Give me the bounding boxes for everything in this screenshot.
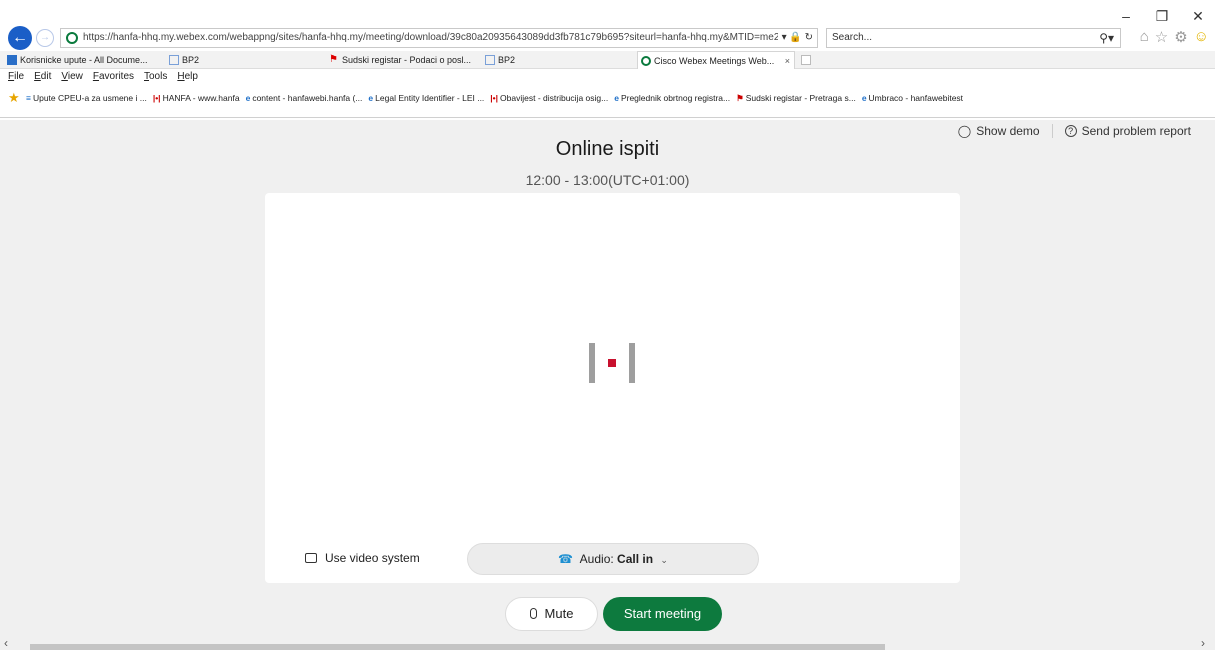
cast-icon (305, 553, 317, 563)
new-tab-button[interactable] (798, 51, 814, 69)
restore-icon[interactable]: ❐ (1155, 8, 1169, 25)
scroll-left-icon[interactable]: ‹ (4, 636, 8, 650)
menu-file[interactable]: File (8, 71, 24, 82)
new-tab-icon (801, 55, 811, 65)
favorite-item[interactable]: |•| Obavijest - distribucija osig... (490, 90, 608, 106)
favorites-bar: ★ ≡ Upute CPEU-a za usmene i ... |•| HANFA… (0, 90, 1215, 106)
app-icon (7, 55, 17, 65)
close-tab-icon[interactable]: × (785, 52, 790, 69)
hanfa-icon: |•| (152, 93, 161, 103)
favorite-item[interactable]: e Legal Entity Identifier - LEI ... (368, 90, 484, 106)
horizontal-scrollbar[interactable]: ‹ › (0, 636, 1215, 650)
tab-bp2[interactable]: BP2 (166, 51, 316, 69)
tab-bp2-second[interactable]: BP2 (482, 51, 632, 69)
flag-icon: ⚑ (329, 54, 338, 65)
ie-page-icon: e (614, 93, 619, 103)
toolbar-icons: ⌂ ☆ ⚙ ☺ (1140, 28, 1209, 46)
ie-page-icon: e (245, 93, 251, 103)
page-icon (485, 55, 495, 65)
window-controls: – ❐ ✕ (1119, 8, 1205, 25)
address-bar[interactable]: https://hanfa-hhq.my.webex.com/webappng/… (60, 28, 818, 48)
page-icon (169, 55, 179, 65)
chrome-divider (0, 117, 1215, 118)
favorite-item[interactable]: ≡ Upute CPEU-a za usmene i ... (26, 90, 147, 106)
lightbulb-icon: ◯ (957, 124, 972, 138)
forward-arrow-icon[interactable]: → (36, 29, 54, 47)
menu-favorites[interactable]: Favorites (93, 71, 134, 82)
show-demo-link[interactable]: ◯ Show demo (958, 124, 1040, 138)
audio-selector[interactable]: ☎ Audio: Call in ⌄ (467, 543, 759, 575)
video-preview-panel: Use video system ☎ Audio: Call in ⌄ (265, 193, 960, 583)
favorite-item[interactable]: ⚑ Sudski registar - Pretraga s... (736, 90, 856, 106)
browser-chrome: – ❐ ✕ ← → https://hanfa-hhq.my.webex.com… (0, 0, 1215, 120)
ie-page-icon: e (861, 93, 867, 103)
search-icon[interactable]: ⚲▾ (1099, 29, 1114, 47)
favorites-star-icon[interactable]: ★ (8, 90, 20, 106)
send-problem-report-link[interactable]: ? Send problem report (1064, 124, 1191, 138)
meeting-title: Online ispiti (555, 138, 660, 160)
help-icon: ? (1064, 125, 1077, 137)
company-logo (589, 343, 635, 383)
back-arrow-icon[interactable]: ← (8, 26, 32, 50)
address-row: ← → https://hanfa-hhq.my.webex.com/webap… (0, 26, 1215, 50)
scrollbar-thumb[interactable] (30, 644, 885, 650)
minimize-icon[interactable]: – (1119, 8, 1133, 25)
favorite-item[interactable]: e Preglednik obrtnog registra... (614, 90, 730, 106)
ie-page-icon: e (368, 93, 374, 103)
favorite-item[interactable]: |•| HANFA - www.hanfa (153, 90, 240, 106)
search-placeholder: Search... (832, 32, 873, 43)
menu-tools[interactable]: Tools (144, 71, 167, 82)
menu-bar: File Edit View Favorites Tools Help (8, 71, 198, 82)
hanfa-icon: |•| (490, 93, 499, 103)
audio-value: Call in (617, 552, 654, 566)
gear-icon[interactable]: ⚙ (1174, 28, 1187, 46)
chevron-down-icon: ⌄ (660, 555, 668, 565)
menu-view[interactable]: View (61, 71, 83, 82)
menu-edit[interactable]: Edit (34, 71, 51, 82)
favorite-item[interactable]: e Umbraco - hanfawebitest (862, 90, 963, 106)
tab-cisco-webex[interactable]: Cisco Webex Meetings Web... × (637, 51, 795, 69)
link-divider (1051, 124, 1053, 138)
tab-korisnicke-upute[interactable]: Korisnicke upute - All Docume... (4, 51, 164, 69)
link-icon: ≡ (26, 93, 31, 103)
top-links: ◯ Show demo ? Send problem report (958, 124, 1191, 138)
site-icon (66, 32, 78, 44)
search-input[interactable]: Search... ⚲▾ (826, 28, 1121, 48)
dropdown-arrow-icon[interactable]: ▾ (782, 32, 787, 43)
meeting-time: 12:00 - 13:00(UTC+01:00) (525, 172, 690, 188)
mute-button[interactable]: Mute (505, 597, 598, 631)
scroll-right-icon[interactable]: › (1201, 636, 1205, 650)
start-meeting-button[interactable]: Start meeting (603, 597, 722, 631)
phone-audio-icon: ☎ (558, 552, 573, 566)
use-video-system-button[interactable]: Use video system (305, 551, 420, 565)
flag-icon: ⚑ (736, 93, 744, 103)
url-text: https://hanfa-hhq.my.webex.com/webappng/… (83, 32, 802, 43)
refresh-icon[interactable]: ↻ (805, 32, 813, 43)
lock-icon[interactable]: 🔒 (789, 32, 801, 43)
favorite-item[interactable]: e content - hanfawebi.hanfa (... (246, 90, 363, 106)
tab-bar: Korisnicke upute - All Docume... BP2 ⚑ S… (0, 51, 1215, 69)
favorites-star-icon[interactable]: ☆ (1155, 28, 1168, 46)
tab-sudski-registar[interactable]: ⚑ Sudski registar - Podaci o posl... (326, 51, 476, 69)
webex-icon (641, 56, 651, 66)
home-icon[interactable]: ⌂ (1140, 28, 1149, 46)
microphone-icon (529, 608, 537, 619)
menu-help[interactable]: Help (177, 71, 198, 82)
close-icon[interactable]: ✕ (1191, 8, 1205, 25)
feedback-smiley-icon[interactable]: ☺ (1194, 28, 1209, 46)
